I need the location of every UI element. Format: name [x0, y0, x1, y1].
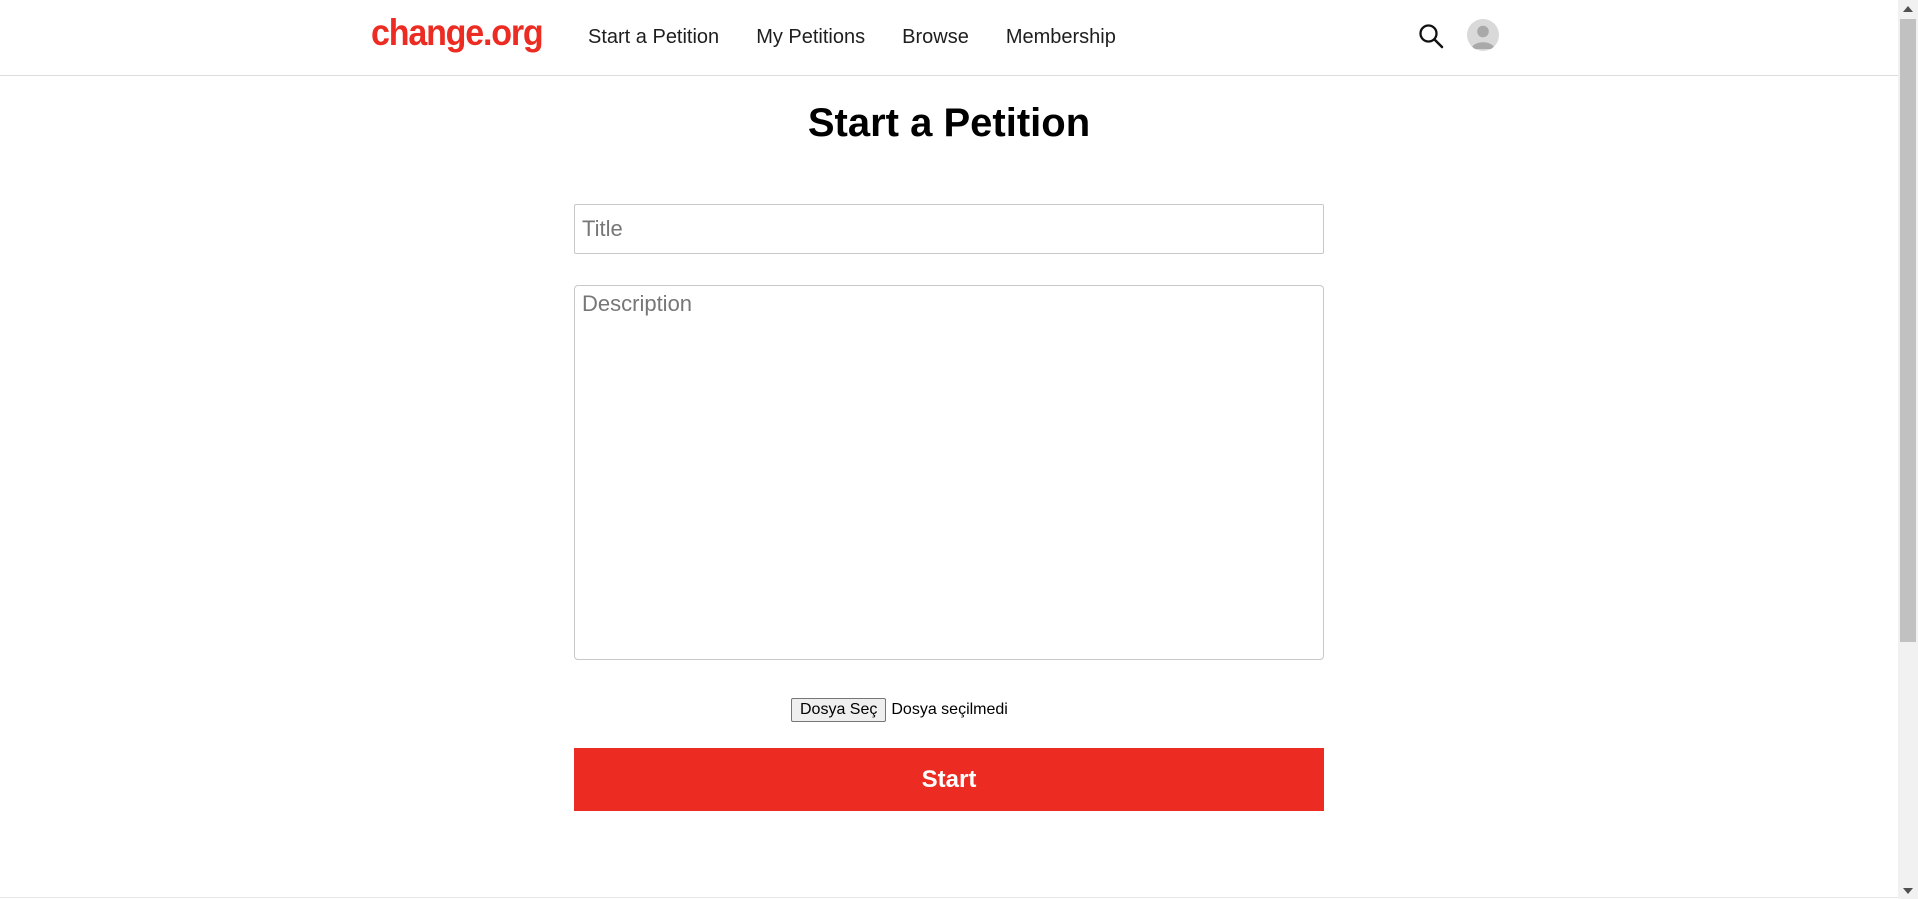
- site-header: change.org Start a Petition My Petitions…: [0, 0, 1898, 76]
- user-avatar-icon[interactable]: [1467, 19, 1499, 51]
- file-status-text: Dosya seçilmedi: [891, 701, 1008, 718]
- change-org-logo[interactable]: change.org: [371, 10, 544, 56]
- scrollbar-thumb[interactable]: [1900, 19, 1916, 642]
- nav-start-a-petition[interactable]: Start a Petition: [588, 26, 719, 49]
- page-title: Start a Petition: [807, 101, 1091, 145]
- browser-viewport: change.org Start a Petition My Petitions…: [0, 0, 1918, 899]
- scroll-down-arrow-icon[interactable]: [1898, 882, 1918, 899]
- main-nav: Start a Petition My Petitions Browse Mem…: [588, 24, 1153, 50]
- vertical-scrollbar[interactable]: [1898, 0, 1918, 899]
- file-upload: Dosya Seç Dosya seçilmedi: [791, 698, 1008, 722]
- nav-membership[interactable]: Membership: [1006, 26, 1116, 49]
- choose-file-button[interactable]: Dosya Seç: [791, 698, 887, 722]
- search-icon[interactable]: [1417, 22, 1445, 50]
- divider: [0, 897, 1898, 898]
- nav-browse[interactable]: Browse: [902, 26, 969, 49]
- page: change.org Start a Petition My Petitions…: [0, 0, 1898, 899]
- nav-my-petitions[interactable]: My Petitions: [756, 26, 865, 49]
- title-input[interactable]: [574, 204, 1324, 254]
- description-textarea[interactable]: [574, 285, 1324, 660]
- start-button[interactable]: Start: [574, 748, 1324, 811]
- scroll-up-arrow-icon[interactable]: [1898, 0, 1918, 17]
